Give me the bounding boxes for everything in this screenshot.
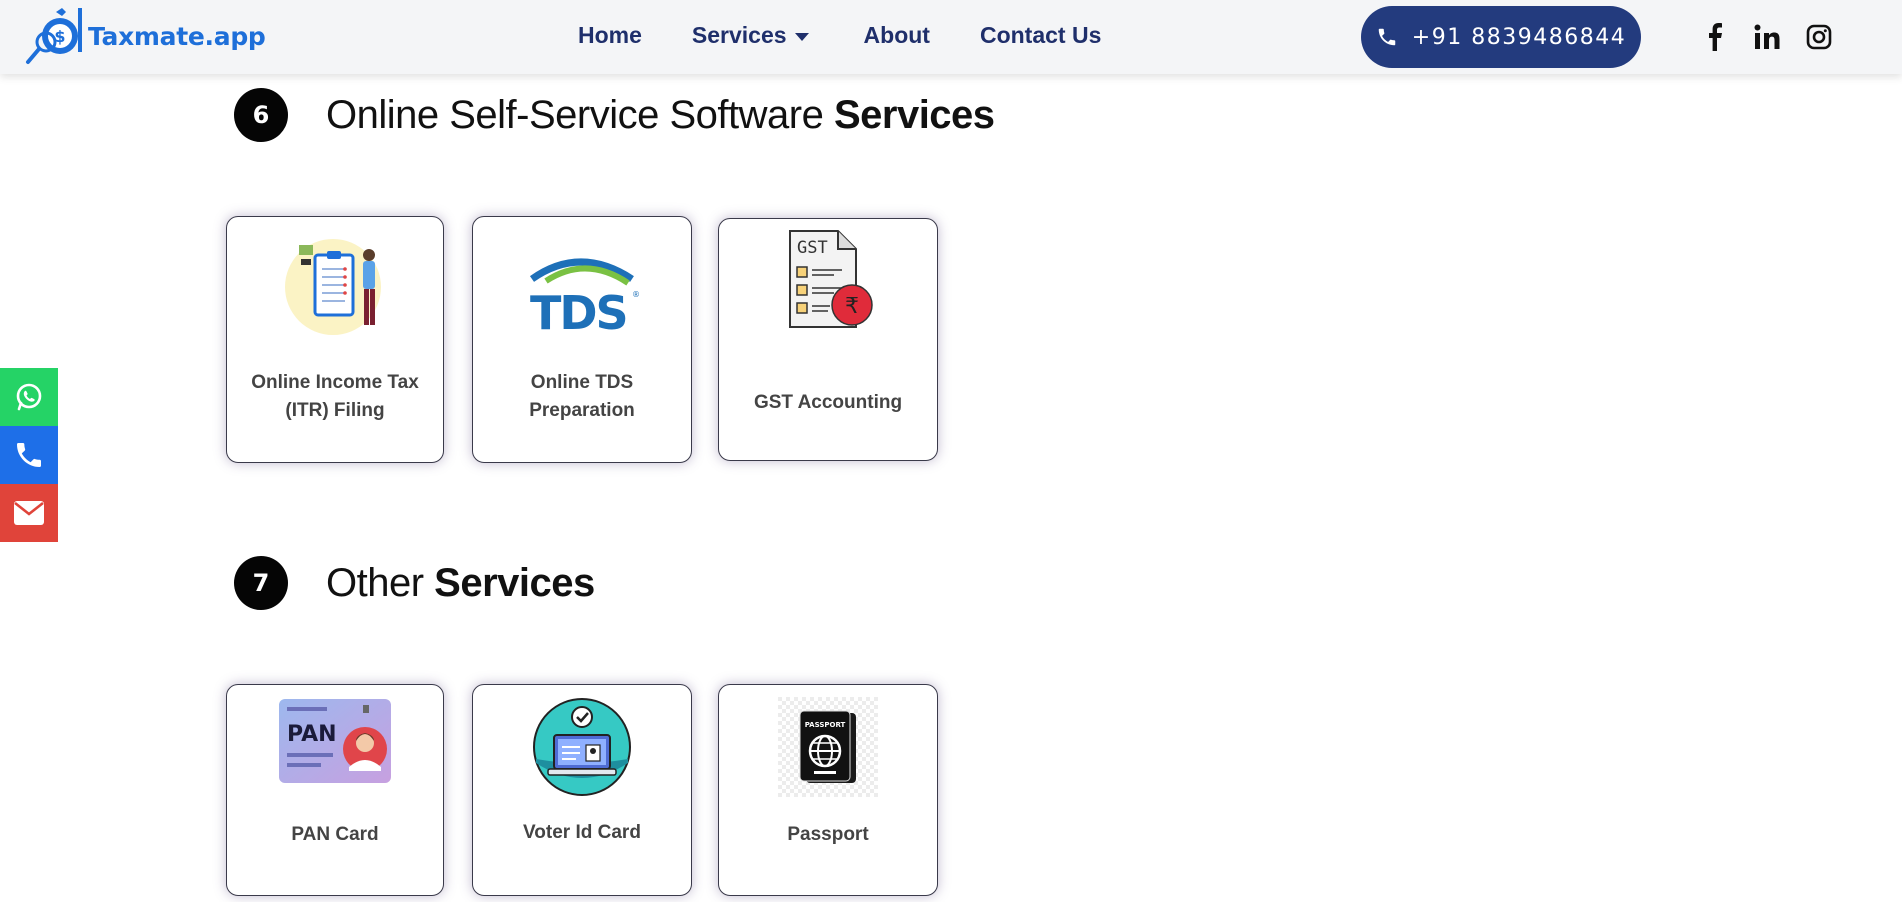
- section-title: Other Services: [326, 561, 595, 606]
- email-button[interactable]: [0, 484, 58, 542]
- section-title-bold: Services: [833, 92, 995, 137]
- section-title-light: Other: [326, 560, 435, 605]
- card-label: Online Income Tax (ITR) Filing: [227, 369, 443, 425]
- call-button[interactable]: [0, 426, 58, 484]
- site-header: $ Taxmate.app Home Services About Contac…: [0, 0, 1902, 74]
- mail-icon: [14, 501, 44, 525]
- card-label: PAN Card: [227, 821, 443, 849]
- card-label-line2: (ITR) Filing: [285, 400, 385, 421]
- phone-icon: [1378, 28, 1396, 46]
- logo[interactable]: $ Taxmate.app: [22, 6, 266, 66]
- service-card-itr[interactable]: Online Income Tax (ITR) Filing: [226, 216, 444, 463]
- instagram-icon[interactable]: [1804, 22, 1834, 52]
- nav-services-label: Services: [691, 22, 787, 48]
- service-card-tds[interactable]: TDS ® Online TDS Preparation: [472, 216, 692, 463]
- facebook-icon[interactable]: [1700, 22, 1730, 52]
- service-card-voter-id[interactable]: Voter Id Card: [472, 684, 692, 896]
- phone-number: +91 8839486844: [1411, 24, 1627, 50]
- nav-home[interactable]: Home: [578, 22, 642, 49]
- card-label: Online TDS Preparation: [473, 369, 691, 425]
- card-label-line1: Online Income Tax: [251, 372, 419, 393]
- pan-card-icon: PAN: [277, 697, 393, 790]
- gst-doc-text: GST: [797, 238, 828, 258]
- main-nav: Home Services About Contact Us: [578, 22, 1151, 49]
- svg-text:®: ®: [632, 290, 640, 299]
- section-number-badge: 6: [234, 88, 288, 142]
- gst-document-icon: GST ₹: [780, 229, 876, 336]
- whatsapp-icon: [16, 383, 42, 411]
- section-title-light: Online Self-Service Software: [326, 92, 834, 137]
- section-heading-6: 6 Online Self-Service Software Services: [234, 88, 995, 142]
- linkedin-icon[interactable]: [1752, 22, 1782, 52]
- phone-call-button[interactable]: +91 8839486844: [1361, 6, 1641, 68]
- phone-icon: [17, 443, 41, 467]
- card-label-line1: Online TDS: [530, 372, 634, 393]
- service-card-passport[interactable]: PASSPORT Passport: [718, 684, 938, 896]
- nav-contact-label: Contact Us: [979, 22, 1102, 48]
- passport-text: PASSPORT: [805, 721, 846, 729]
- itr-illustration-icon: [285, 235, 385, 342]
- card-label-line1: GST Accounting: [753, 392, 903, 413]
- social-links: [1700, 22, 1856, 52]
- pan-card-text: PAN: [287, 722, 337, 747]
- card-label-line2: Preparation: [529, 400, 635, 421]
- nav-about[interactable]: About: [864, 22, 930, 49]
- nav-home-label: Home: [578, 22, 642, 48]
- section-title-bold: Services: [434, 560, 595, 605]
- service-card-gst[interactable]: GST ₹ GST Accounting: [718, 218, 938, 461]
- tds-logo-icon: TDS ®: [524, 253, 640, 340]
- section-heading-7: 7 Other Services: [234, 556, 595, 610]
- chevron-down-icon: [794, 32, 809, 41]
- card-label-line1: PAN Card: [291, 824, 379, 845]
- passport-icon: PASSPORT: [778, 697, 878, 802]
- nav-contact[interactable]: Contact Us: [980, 22, 1101, 49]
- service-card-pan[interactable]: PAN PAN Card: [226, 684, 444, 896]
- tds-logo-text: TDS: [530, 286, 627, 333]
- section-title: Online Self-Service Software Services: [326, 93, 995, 138]
- logo-icon: $: [22, 6, 84, 66]
- logo-text: Taxmate.app: [88, 21, 266, 51]
- voter-id-icon: [532, 697, 632, 802]
- card-label: GST Accounting: [719, 389, 937, 417]
- nav-about-label: About: [863, 22, 930, 48]
- card-label: Passport: [719, 821, 937, 849]
- card-label-line1: Passport: [787, 824, 869, 845]
- whatsapp-button[interactable]: [0, 368, 58, 426]
- rupee-symbol: ₹: [845, 294, 859, 319]
- section-number-badge: 7: [234, 556, 288, 610]
- nav-services[interactable]: Services: [692, 22, 809, 49]
- card-label-line1: Voter Id Card: [523, 822, 641, 843]
- card-label: Voter Id Card: [473, 819, 691, 847]
